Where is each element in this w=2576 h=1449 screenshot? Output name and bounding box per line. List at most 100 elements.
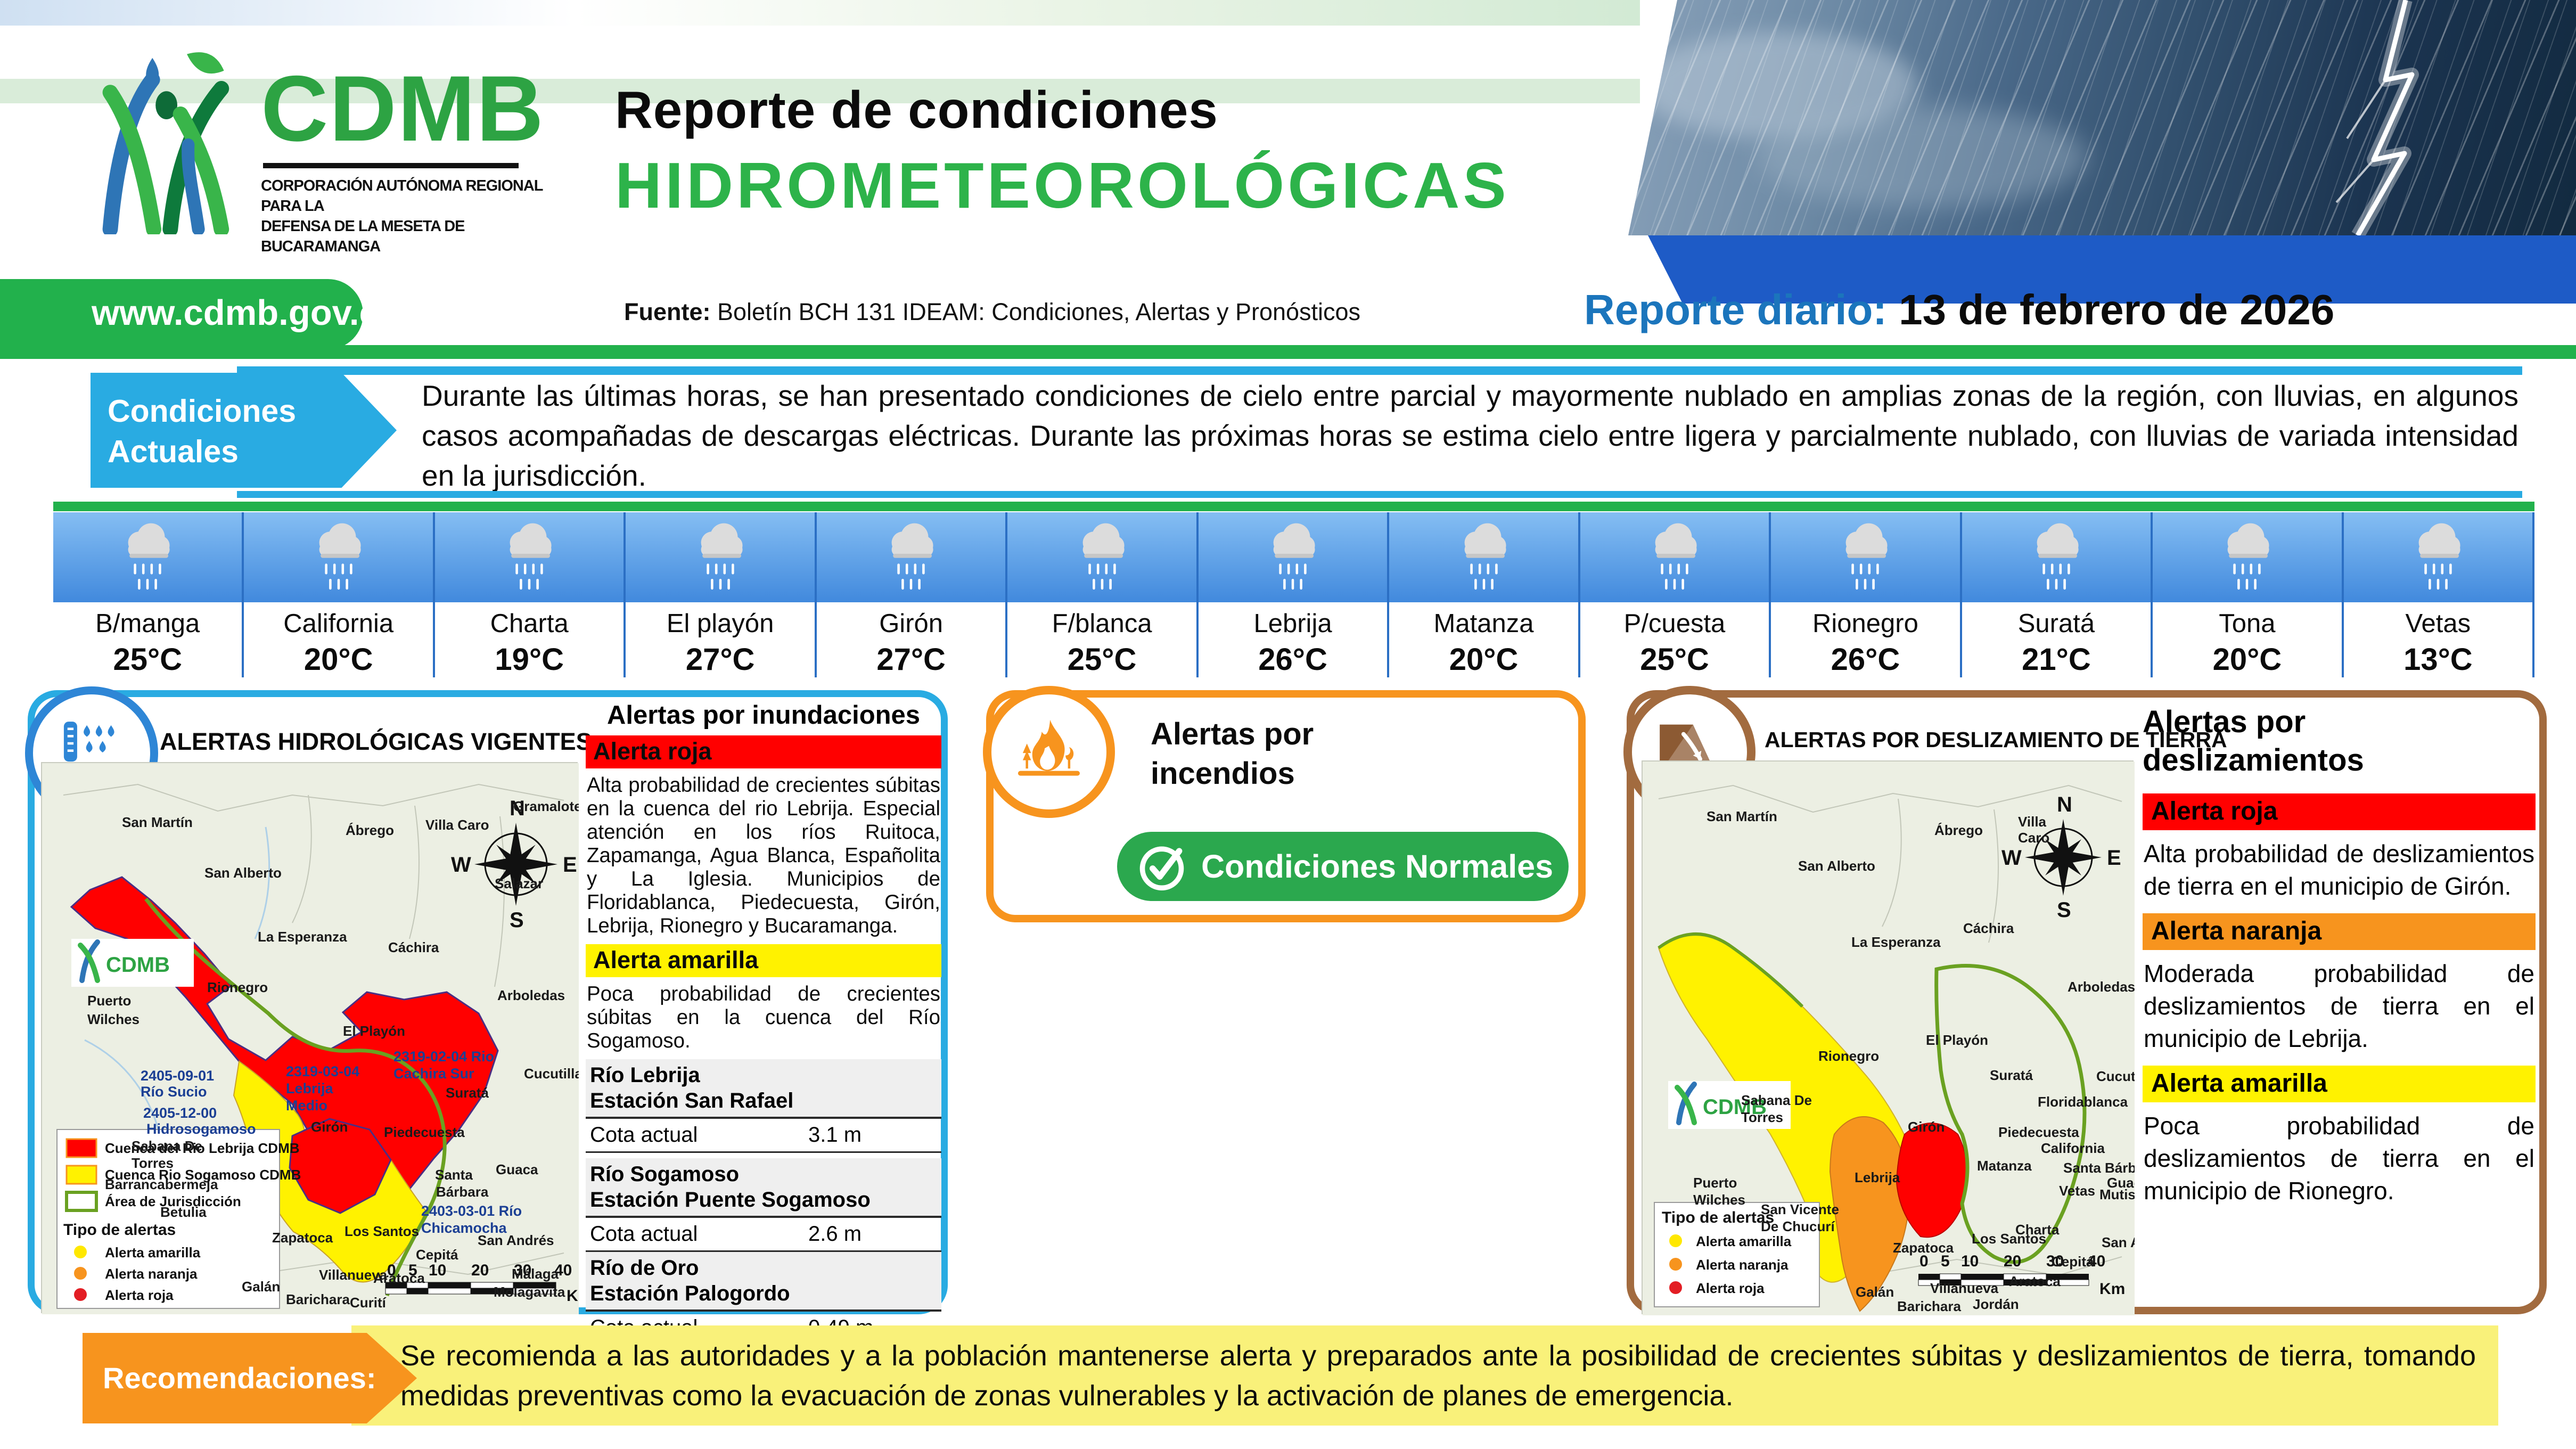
svg-text:S: S (2057, 898, 2071, 922)
map-label: Caro (2018, 830, 2049, 846)
floods-map-title: ALERTAS HIDROLÓGICAS VIGENTES (160, 728, 592, 756)
station-row: Cota actual 2.6 m (586, 1218, 941, 1252)
report-page: { "header": { "brand": "CDMB", "org_line… (0, 0, 2576, 1449)
map-label: 10 (1961, 1252, 1979, 1270)
weather-cell: Matanza 20°C (1389, 512, 1580, 677)
svg-text:N: N (2057, 793, 2072, 816)
map-label: Arboledas (497, 987, 565, 1003)
floods-yellow-alert-text: Poca probabilidad de crecientes súbitas … (587, 983, 940, 1053)
map-label: San Martín (122, 814, 193, 830)
svg-text:Alerta roja: Alerta roja (105, 1287, 174, 1303)
landslides-panel: ALERTAS POR DESLIZAMIENTO DE TIERRA (1627, 690, 2547, 1314)
map-label: Cepitá (416, 1247, 458, 1263)
city-temperature: 25°C (1007, 642, 1196, 677)
map-label: San Andrés (2102, 1234, 2135, 1250)
map-label: Guaca (2107, 1175, 2135, 1191)
map-label: Galán (242, 1279, 280, 1295)
map-label: Salazar (495, 875, 543, 891)
landslides-text-column: Alertas por deslizamientos Alerta roja A… (2143, 703, 2536, 1218)
source-line: Fuente: Boletín BCH 131 IDEAM: Condicion… (624, 298, 1360, 326)
landslides-yellow-alert-text: Poca probabilidad de deslizamientos de t… (2144, 1110, 2534, 1207)
map-label: Bárbara (436, 1184, 489, 1200)
map-label: Villa Caro (425, 817, 489, 833)
rain-cloud-icon (53, 512, 242, 602)
city-name: Suratá (1962, 609, 2151, 638)
map-label: California (2041, 1140, 2105, 1156)
rain-cloud-icon (817, 512, 1005, 602)
station-name: Estación Palogordo (590, 1281, 941, 1306)
conditions-bottom-rule-cyan (237, 491, 2522, 498)
map-label: Medio (286, 1098, 327, 1114)
weather-cell: Tona 20°C (2153, 512, 2343, 677)
website-link[interactable]: www.cdmb.gov.co (0, 279, 363, 349)
weather-cell: Suratá 21°C (1962, 512, 2153, 677)
floods-text-column: Alertas por inundaciones Alerta roja Alt… (586, 700, 941, 1346)
landslides-red-alert-text: Alta probabilidad de deslizamientos de t… (2144, 838, 2534, 903)
city-name: Matanza (1389, 609, 1578, 638)
conditions-label-line2: Actuales (108, 431, 397, 472)
station-header: Río de Oro Estación Palogordo (586, 1252, 941, 1312)
svg-text:CDMB: CDMB (106, 953, 170, 977)
rain-cloud-icon (1771, 512, 1959, 602)
map-label: 20 (471, 1262, 489, 1279)
weather-cell: Rionegro 26°C (1771, 512, 1962, 677)
report-date-line: Reporte diario: 13 de febrero de 2026 (1584, 285, 2334, 334)
landslides-orange-alert-text: Moderada probabilidad de deslizamientos … (2144, 957, 2534, 1055)
city-name: Tona (2153, 609, 2341, 638)
map-label: 2405-09-01 (141, 1068, 214, 1084)
map-label: Chicamocha (421, 1220, 507, 1236)
rain-cloud-icon (2344, 512, 2532, 602)
map-label: Cepitá (2052, 1254, 2094, 1270)
conditions-label: Condiciones Actuales (91, 373, 397, 488)
map-label: Cucutilla (2096, 1068, 2135, 1084)
map-label: Villanueva (319, 1267, 388, 1283)
map-label: Km (567, 1287, 579, 1305)
page-title-line1: Reporte de condiciones (615, 80, 1218, 140)
map-label: Hidrosogamoso (146, 1121, 256, 1137)
city-name: California (244, 609, 432, 638)
rain-cloud-icon (244, 512, 432, 602)
map-label: San Alberto (204, 865, 282, 881)
floods-panel: ALERTAS HIDROLÓGICAS VIGENTES (28, 690, 948, 1314)
floods-map: N E S W CDMB Cuenca del Rio Lebrija CDMB… (41, 762, 578, 1313)
map-label: Girón (311, 1119, 348, 1135)
station-name: Estación San Rafael (590, 1088, 941, 1114)
map-label: Rionegro (207, 979, 268, 995)
map-label: Suratá (1990, 1067, 2033, 1083)
rain-cloud-icon (1962, 512, 2151, 602)
svg-text:E: E (2107, 846, 2121, 870)
station-value: 2.6 m (808, 1222, 941, 1246)
landslides-orange-alert-bar: Alerta naranja (2143, 913, 2536, 950)
fires-status-pill: Condiciones Normales (1117, 832, 1569, 901)
map-label: Cáchira (1963, 920, 2014, 936)
map-label: Zapatoca (272, 1230, 333, 1246)
map-label: San Vicente (1761, 1201, 1839, 1217)
city-temperature: 20°C (1389, 642, 1578, 677)
floods-title: Alertas por inundaciones (586, 700, 941, 730)
landslides-title-line1: Alertas por (2143, 703, 2536, 741)
map-label: 10 (429, 1262, 446, 1279)
map-label: Molagavita (494, 1284, 565, 1300)
header-top-stripe (0, 0, 1640, 26)
rain-cloud-icon (2153, 512, 2341, 602)
conditions-label-line1: Condiciones (108, 391, 397, 431)
city-name: Rionegro (1771, 609, 1959, 638)
station-value: 3.1 m (808, 1123, 941, 1147)
map-label: Vetas (2059, 1183, 2095, 1199)
rain-cloud-icon (435, 512, 624, 602)
fire-icon (983, 686, 1115, 818)
city-name: B/manga (53, 609, 242, 638)
weather-cell: California 20°C (244, 512, 434, 677)
org-name-line1: CORPORACIÓN AUTÓNOMA REGIONAL PARA LA (261, 176, 559, 216)
map-label: De Chucurí (1761, 1218, 1835, 1234)
source-text: Boletín BCH 131 IDEAM: Condiciones, Aler… (711, 298, 1361, 325)
rain-cloud-icon (1007, 512, 1196, 602)
storm-photo (1619, 0, 2576, 235)
fires-status-text: Condiciones Normales (1201, 848, 1553, 885)
city-temperature: 26°C (1771, 642, 1959, 677)
city-temperature: 13°C (2344, 642, 2532, 677)
report-date-label: Reporte diario: (1584, 286, 1899, 333)
floods-yellow-alert-bar: Alerta amarilla (586, 944, 941, 977)
svg-text:Alerta naranja: Alerta naranja (105, 1266, 198, 1282)
map-label: Cucutilla (524, 1066, 579, 1082)
